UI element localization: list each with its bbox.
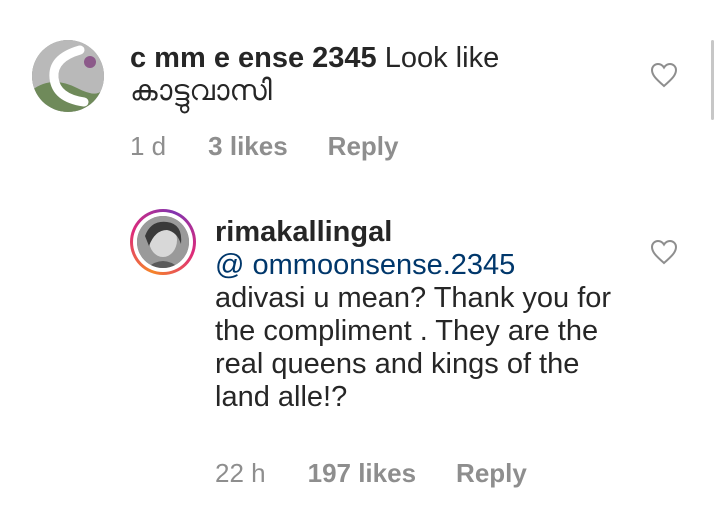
avatar[interactable] bbox=[32, 40, 104, 112]
mention-link[interactable]: @ ommoonsense.2345 bbox=[215, 249, 635, 282]
reply-button[interactable]: Reply bbox=[456, 458, 527, 489]
reply-button[interactable]: Reply bbox=[328, 131, 399, 162]
comment-likes[interactable]: 3 likes bbox=[208, 131, 288, 162]
heart-icon[interactable] bbox=[650, 62, 678, 88]
avatar[interactable] bbox=[130, 209, 196, 275]
comment-thread: c mm e ense 2345 Look like കാട്ടുവാസി 1 … bbox=[0, 0, 720, 512]
comment-meta: 22 h 197 likes Reply bbox=[215, 458, 527, 489]
comment-body: rimakallingal @ ommoonsense.2345 adivasi… bbox=[215, 216, 635, 414]
comment-time: 22 h bbox=[215, 458, 266, 488]
heart-icon[interactable] bbox=[650, 239, 678, 265]
comment-body: c mm e ense 2345 Look like കാട്ടുവാസി bbox=[130, 42, 630, 108]
comment-username[interactable]: c mm e ense 2345 bbox=[130, 42, 377, 74]
comment-username[interactable]: rimakallingal bbox=[215, 216, 392, 248]
scrollbar[interactable] bbox=[711, 40, 714, 120]
comment-time: 1 d bbox=[130, 131, 167, 161]
avatar-image bbox=[137, 216, 189, 268]
comment-meta: 1 d 3 likes Reply bbox=[130, 131, 398, 162]
comment-likes[interactable]: 197 likes bbox=[308, 458, 416, 489]
comment-text: adivasi u mean? Thank you for the compli… bbox=[215, 282, 612, 413]
avatar-image bbox=[32, 40, 104, 112]
